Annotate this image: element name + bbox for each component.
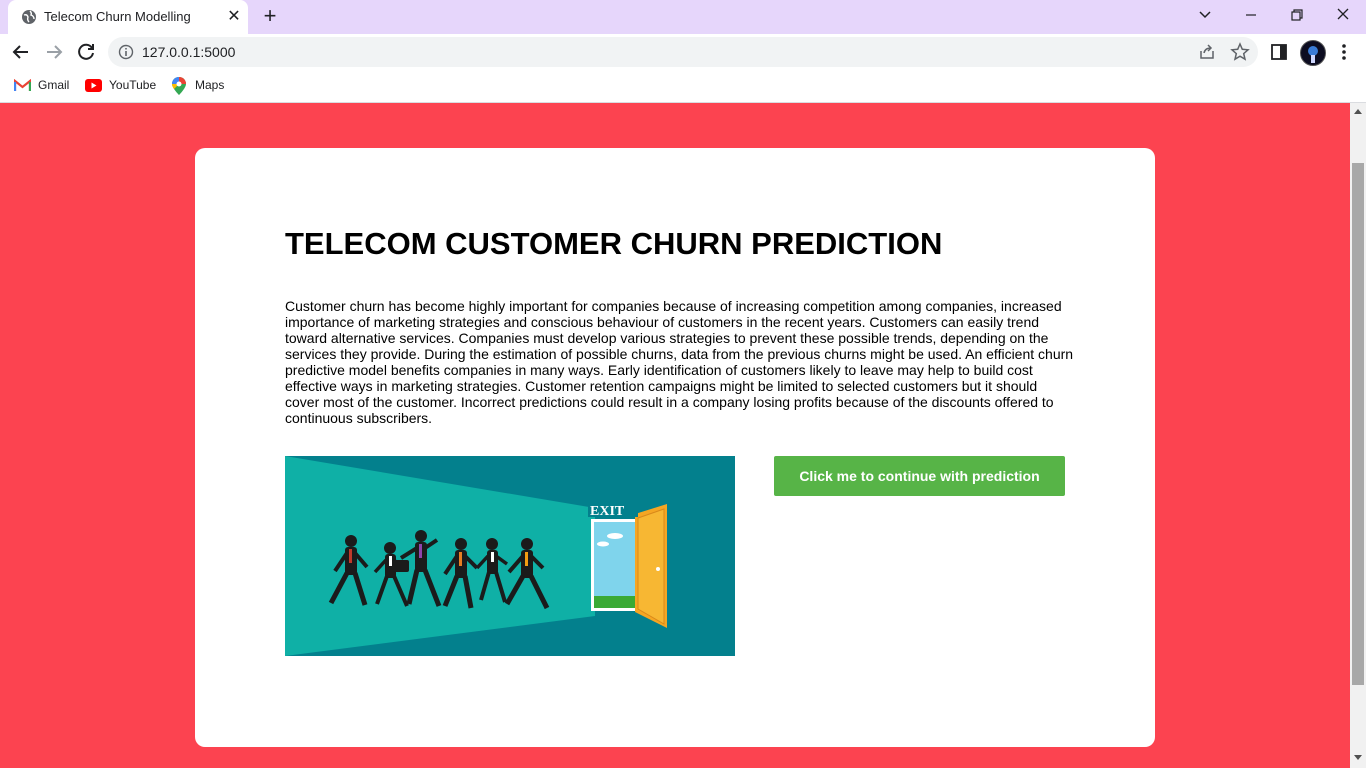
scrollbar-thumb[interactable]	[1352, 163, 1364, 685]
scroll-up-arrow-icon[interactable]	[1354, 109, 1362, 114]
page-scrollbar[interactable]	[1350, 103, 1366, 768]
bookmark-label: Maps	[195, 78, 225, 92]
more-menu-icon[interactable]	[1336, 42, 1352, 62]
share-icon[interactable]	[1198, 43, 1216, 61]
bookmark-label: YouTube	[109, 78, 157, 92]
continue-prediction-button[interactable]: Click me to continue with prediction	[774, 456, 1065, 496]
browser-tabbar: Telecom Churn Modelling ✕ +	[0, 0, 1366, 34]
maps-icon	[172, 77, 186, 95]
close-tab-icon[interactable]: ✕	[225, 8, 243, 26]
restore-icon[interactable]	[1282, 4, 1312, 26]
youtube-icon	[85, 79, 102, 92]
minimize-icon[interactable]	[1236, 4, 1266, 26]
bookmark-maps[interactable]: Maps	[172, 77, 232, 95]
site-info-icon[interactable]	[118, 44, 134, 60]
globe-icon	[22, 10, 36, 24]
gmail-icon	[14, 79, 31, 92]
content-card: TELECOM CUSTOMER CHURN PREDICTION Custom…	[195, 148, 1155, 747]
page-title: TELECOM CUSTOMER CHURN PREDICTION	[285, 226, 943, 261]
scroll-down-arrow-icon[interactable]	[1354, 755, 1362, 760]
exit-illustration: EXIT	[285, 456, 735, 656]
exit-sign-text: EXIT	[590, 504, 625, 519]
back-icon[interactable]	[9, 40, 33, 64]
close-window-icon[interactable]	[1328, 4, 1358, 26]
forward-icon[interactable]	[42, 40, 66, 64]
address-bar[interactable]: 127.0.0.1:5000	[108, 37, 1258, 67]
bookmark-youtube[interactable]: YouTube	[85, 77, 160, 95]
bookmark-label: Gmail	[38, 78, 70, 92]
bookmark-gmail[interactable]: Gmail	[14, 77, 74, 95]
new-tab-icon[interactable]: +	[259, 5, 281, 28]
profile-avatar-image	[1308, 46, 1318, 63]
browser-tab[interactable]: Telecom Churn Modelling ✕	[8, 0, 248, 34]
page-background: TELECOM CUSTOMER CHURN PREDICTION Custom…	[0, 103, 1350, 768]
tab-search-icon[interactable]	[1190, 4, 1220, 26]
tab-title: Telecom Churn Modelling	[44, 9, 191, 24]
bookmark-star-icon[interactable]	[1230, 42, 1250, 62]
url-text[interactable]: 127.0.0.1:5000	[142, 44, 235, 60]
churn-description: Customer churn has become highly importa…	[285, 298, 1074, 426]
side-panel-icon[interactable]	[1270, 43, 1288, 61]
browser-toolbar: 127.0.0.1:5000	[0, 34, 1366, 70]
reload-icon[interactable]	[74, 40, 98, 64]
bookmarks-bar: Gmail YouTube Maps	[0, 70, 1366, 103]
profile-avatar[interactable]	[1300, 40, 1326, 66]
